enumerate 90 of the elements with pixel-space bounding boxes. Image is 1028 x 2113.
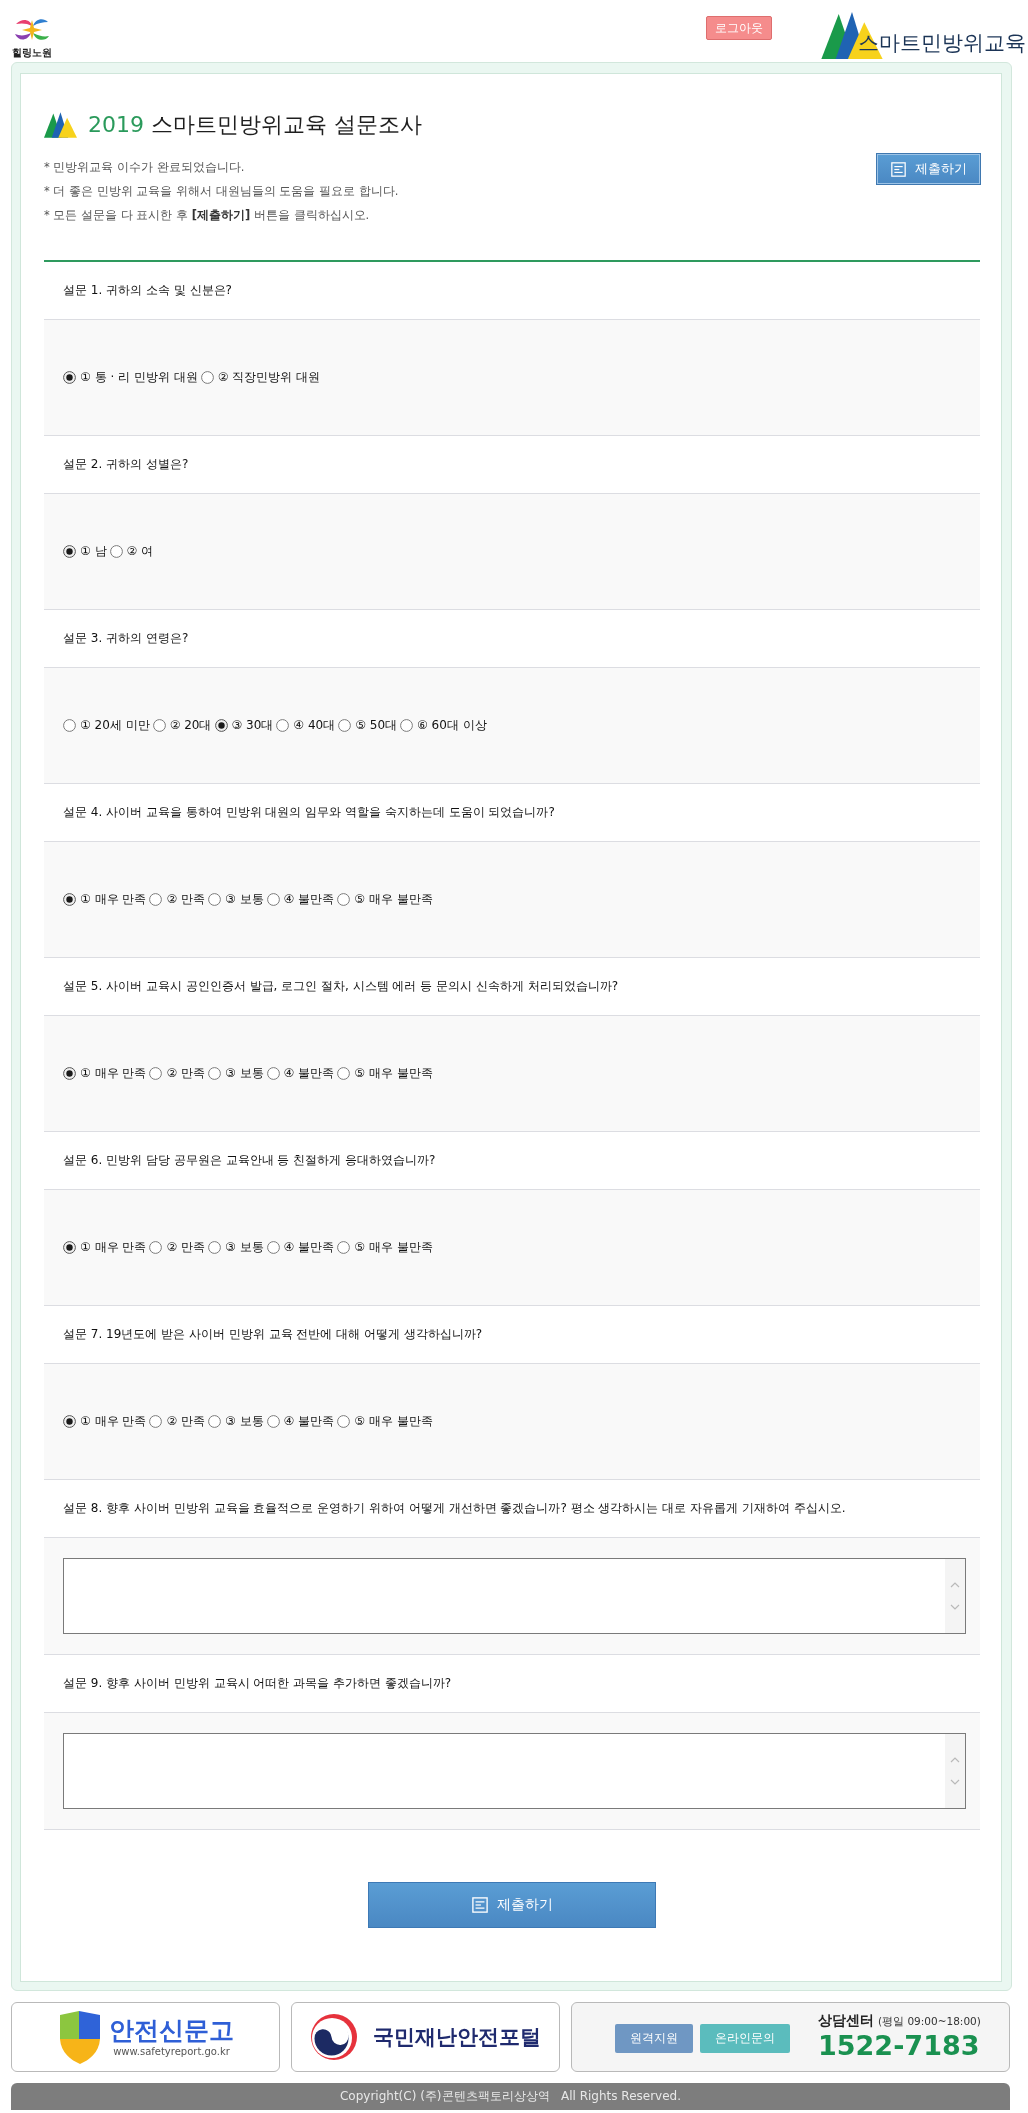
survey-title: 2019 스마트민방위교육 설문조사 xyxy=(88,111,422,139)
option-label[interactable]: ③ 보통 xyxy=(224,891,264,908)
radio-button[interactable] xyxy=(266,893,280,906)
radio-button[interactable] xyxy=(149,1241,163,1254)
partner-name[interactable]: 국민재난안전포털 xyxy=(372,2023,541,2051)
form-icon xyxy=(890,161,906,177)
option-label[interactable]: ⑤ 매우 불만족 xyxy=(354,1065,433,1082)
option-label[interactable]: ② 20대 xyxy=(169,717,212,734)
radio-button[interactable] xyxy=(400,719,414,732)
call-center-label: 상담센터 xyxy=(818,2012,874,2030)
radio-button[interactable] xyxy=(214,719,228,732)
option-label[interactable]: ① 매우 만족 xyxy=(80,891,147,908)
question-text: 설문 1. 귀하의 소속 및 신분은? xyxy=(63,282,232,299)
radio-button[interactable] xyxy=(337,1415,351,1428)
option-label[interactable]: ② 여 xyxy=(126,543,154,560)
question-text: 설문 3. 귀하의 연령은? xyxy=(63,630,189,647)
option-label[interactable]: ⑤ 매우 불만족 xyxy=(354,891,433,908)
swirl-emblem-icon[interactable] xyxy=(310,2014,357,2060)
notice-text: * 모든 설문을 다 표시한 후 [제출하기] 버튼을 클릭하십시오. xyxy=(44,207,371,224)
radio-button[interactable] xyxy=(266,1067,280,1080)
partner-url[interactable]: www.safetyreport.go.kr xyxy=(113,2046,230,2058)
option-label[interactable]: ③ 30대 xyxy=(231,717,274,734)
notice-text: * 민방위교육 이수가 완료되었습니다. xyxy=(44,159,246,176)
radio-button[interactable] xyxy=(63,371,76,384)
question-text: 설문 8. 향후 사이버 민방위 교육을 효율적으로 운영하기 위하여 어떻게 개선하면 좋겠습니까? 평소 생각하시는 대로 자유롭게 기재하여 주십시오. xyxy=(63,1500,846,1517)
logo-text: 힐링노원 xyxy=(12,46,52,59)
answer-box[interactable] xyxy=(63,1733,966,1809)
phone-number: 1522-7183 xyxy=(818,2030,981,2062)
option-label[interactable]: ① 통 · 리 민방위 대원 xyxy=(80,369,198,386)
notice-text: * 더 좋은 민방위 교육을 위해서 대원님들의 도움을 필요로 합니다. xyxy=(44,183,400,200)
radio-button[interactable] xyxy=(149,1067,163,1080)
option-label[interactable]: ① 매우 만족 xyxy=(80,1065,147,1082)
radio-button[interactable] xyxy=(276,719,290,732)
radio-button[interactable] xyxy=(63,719,76,732)
radio-button[interactable] xyxy=(63,1415,76,1428)
shield-icon[interactable] xyxy=(57,2009,103,2065)
radio-button[interactable] xyxy=(149,893,163,906)
option-label[interactable]: ② 만족 xyxy=(166,891,205,908)
option-label[interactable]: ④ 불만족 xyxy=(283,1065,335,1082)
radio-button[interactable] xyxy=(266,1241,280,1254)
question-text: 설문 9. 향후 사이버 민방위 교육시 어떠한 과목을 추가하면 좋겠습니까? xyxy=(63,1675,452,1692)
radio-button[interactable] xyxy=(63,893,76,906)
option-label[interactable]: ① 매우 만족 xyxy=(80,1239,147,1256)
radio-button[interactable] xyxy=(337,893,351,906)
option-label[interactable]: ① 남 xyxy=(80,543,107,560)
radio-button[interactable] xyxy=(63,1241,76,1254)
option-label[interactable]: ① 20세 미만 xyxy=(80,717,150,734)
radio-button[interactable] xyxy=(266,1415,280,1428)
radio-button[interactable] xyxy=(338,719,352,732)
option-label[interactable]: ② 직장민방위 대원 xyxy=(217,369,321,386)
copyright-text: Copyright(C) (주)콘텐츠팩토리상상역 All Rights Reserved. xyxy=(340,2088,681,2105)
question-text: 설문 7. 19년도에 받은 사이버 민방위 교육 전반에 대해 어떻게 생각하십니까? xyxy=(63,1326,483,1343)
partner-banner[interactable]: 국민재난안전포털 xyxy=(291,2002,560,2072)
option-label[interactable]: ⑤ 매우 불만족 xyxy=(354,1413,433,1430)
radio-button[interactable] xyxy=(149,1415,163,1428)
option-label[interactable]: ② 만족 xyxy=(166,1413,205,1430)
question-text: 설문 2. 귀하의 성별은? xyxy=(63,456,189,473)
radio-button[interactable] xyxy=(337,1067,351,1080)
radio-button[interactable] xyxy=(63,1067,76,1080)
option-label[interactable]: ④ 불만족 xyxy=(283,1413,335,1430)
radio-button[interactable] xyxy=(207,1241,221,1254)
option-label[interactable]: ④ 40대 xyxy=(293,717,336,734)
option-label[interactable]: ⑥ 60대 이상 xyxy=(417,717,487,734)
question-text: 설문 5. 사이버 교육시 공인인증서 발급, 로그인 절차, 시스템 에러 등 문의시 신속하게 처리되었습니까? xyxy=(63,978,619,995)
radio-button[interactable] xyxy=(337,1241,351,1254)
option-label[interactable]: ② 만족 xyxy=(166,1239,205,1256)
option-label[interactable]: ① 매우 만족 xyxy=(80,1413,147,1430)
partner-banner[interactable]: 안전신문고 www.safetyreport.go.kr xyxy=(11,2002,280,2072)
option-label[interactable]: ③ 보통 xyxy=(224,1065,264,1082)
question-text: 설문 6. 민방위 담당 공무원은 교육안내 등 친절하게 응대하였습니까? xyxy=(63,1152,436,1169)
form-icon xyxy=(471,1897,488,1913)
radio-button[interactable] xyxy=(109,545,123,558)
triangles-logo-icon xyxy=(44,112,77,138)
option-label[interactable]: ⑤ 매우 불만족 xyxy=(354,1239,433,1256)
radio-button[interactable] xyxy=(207,1415,221,1428)
answer-box[interactable] xyxy=(63,1558,966,1634)
question-text: 설문 4. 사이버 교육을 통하여 민방위 대원의 임무와 역할을 숙지하는데 도움이 되었습니까? xyxy=(63,804,555,821)
partner-name[interactable]: 안전신문고 xyxy=(109,2016,234,2046)
radio-button[interactable] xyxy=(207,1067,221,1080)
radio-button[interactable] xyxy=(207,893,221,906)
option-label[interactable]: ④ 불만족 xyxy=(283,891,335,908)
call-center-hours: (평일 09:00~18:00) xyxy=(878,2015,981,2029)
option-label[interactable]: ② 만족 xyxy=(166,1065,205,1082)
radio-button[interactable] xyxy=(152,719,166,732)
option-label[interactable]: ③ 보통 xyxy=(224,1413,264,1430)
radio-button[interactable] xyxy=(200,371,214,384)
option-label[interactable]: ④ 불만족 xyxy=(283,1239,335,1256)
option-label[interactable]: ③ 보통 xyxy=(224,1239,264,1256)
radio-button[interactable] xyxy=(63,545,76,558)
option-label[interactable]: ⑤ 50대 xyxy=(355,717,398,734)
